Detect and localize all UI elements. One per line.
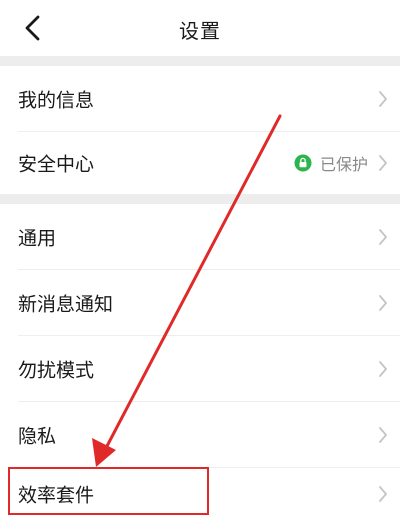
settings-item-label: 安全中心 [18,153,95,176]
chevron-right-icon [379,486,387,502]
settings-item-my-info[interactable]: 我的信息 [0,66,400,132]
chevron-right-icon [379,427,387,443]
chevron-right-icon [379,295,387,311]
settings-item-label: 新消息通知 [18,293,114,316]
settings-item-do-not-disturb[interactable]: 勿扰模式 [0,336,400,402]
chevron-right-icon [379,361,387,377]
section-gap [0,194,400,204]
section-gap [0,56,400,66]
settings-item-label: 隐私 [18,425,57,448]
settings-item-privacy[interactable]: 隐私 [0,402,400,468]
page-title: 设置 [179,19,221,43]
settings-item-label: 勿扰模式 [18,359,95,382]
settings-screen: 设置 我的信息 安全中心 已保护 通用 新消息通知 勿扰模式 隐私 效率套件 [0,0,400,520]
chevron-right-icon [379,155,387,171]
settings-item-security-center[interactable]: 安全中心 已保护 [0,132,400,194]
security-status-text: 已保护 [319,155,368,174]
settings-item-efficiency-suite[interactable]: 效率套件 [0,468,400,520]
security-status: 已保护 [294,151,368,175]
chevron-right-icon [379,229,387,245]
nav-header: 设置 [0,0,400,56]
settings-item-label: 通用 [18,227,57,250]
settings-item-label: 我的信息 [18,89,95,112]
settings-item-general[interactable]: 通用 [0,204,400,270]
chevron-right-icon [379,91,387,107]
lock-shield-icon [294,154,312,172]
settings-item-new-message-notification[interactable]: 新消息通知 [0,270,400,336]
settings-item-label: 效率套件 [18,484,95,507]
